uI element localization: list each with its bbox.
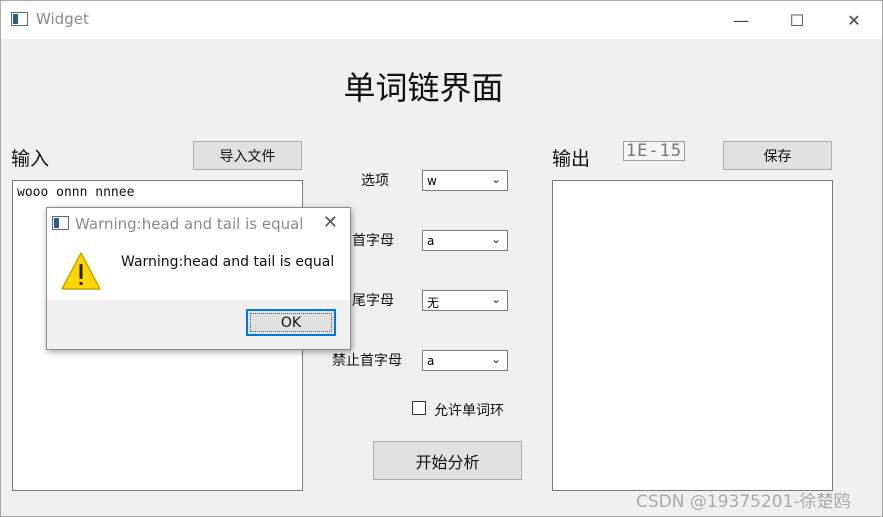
app-icon [11, 12, 28, 26]
save-button[interactable]: 保存 [723, 141, 832, 170]
dialog-title: Warning:head and tail is equal [75, 215, 304, 233]
maximize-button[interactable]: ☐ [768, 1, 826, 39]
dialog-app-icon [52, 216, 69, 230]
tail-letter-value: 无 [427, 296, 440, 310]
dialog-close-button[interactable]: ✕ [323, 212, 338, 233]
title-bar[interactable]: Widget — ☐ ✕ [1, 1, 882, 39]
forbid-letter-label: 禁止首字母 [332, 353, 402, 369]
output-textbox[interactable] [552, 180, 833, 491]
tail-letter-label: 尾字母 [352, 293, 394, 309]
lcd-display: 1E-15 [623, 141, 685, 161]
forbid-letter-value: a [427, 354, 435, 368]
warning-icon [61, 252, 101, 290]
dialog-message: Warning:head and tail is equal [121, 254, 335, 270]
watermark: CSDN @19375201-徐楚鸥 [636, 492, 851, 512]
input-text: wooo onnn nnnee [17, 185, 135, 200]
ok-button[interactable]: OK [246, 309, 336, 336]
head-letter-value: a [427, 234, 435, 248]
head-letter-label: 首字母 [352, 233, 394, 249]
page-title: 单词链界面 [343, 69, 504, 107]
main-window: Widget — ☐ ✕ 单词链界面 输入 导入文件 wooo onnn nnn… [0, 0, 883, 517]
head-letter-select[interactable]: a ⌄ [422, 230, 508, 251]
start-analysis-button[interactable]: 开始分析 [373, 441, 522, 480]
mode-select[interactable]: w ⌄ [422, 170, 508, 191]
allow-cycle-checkbox[interactable] [412, 401, 426, 415]
dialog-footer: OK [47, 300, 350, 349]
chevron-down-icon: ⌄ [490, 292, 501, 306]
mode-label: 选项 [361, 173, 389, 189]
input-label: 输入 [11, 148, 50, 170]
forbid-letter-select[interactable]: a ⌄ [422, 350, 508, 371]
chevron-down-icon: ⌄ [490, 172, 501, 186]
allow-cycle-label: 允许单词环 [434, 403, 504, 419]
close-button[interactable]: ✕ [825, 1, 882, 39]
warning-dialog: Warning:head and tail is equal ✕ Warning… [46, 207, 351, 350]
tail-letter-select[interactable]: 无 ⌄ [422, 290, 508, 311]
import-file-button[interactable]: 导入文件 [193, 141, 302, 170]
output-label: 输出 [552, 148, 591, 170]
minimize-button[interactable]: — [712, 1, 770, 39]
chevron-down-icon: ⌄ [490, 352, 501, 366]
window-title: Widget [36, 10, 89, 28]
chevron-down-icon: ⌄ [490, 232, 501, 246]
mode-select-value: w [427, 174, 437, 188]
